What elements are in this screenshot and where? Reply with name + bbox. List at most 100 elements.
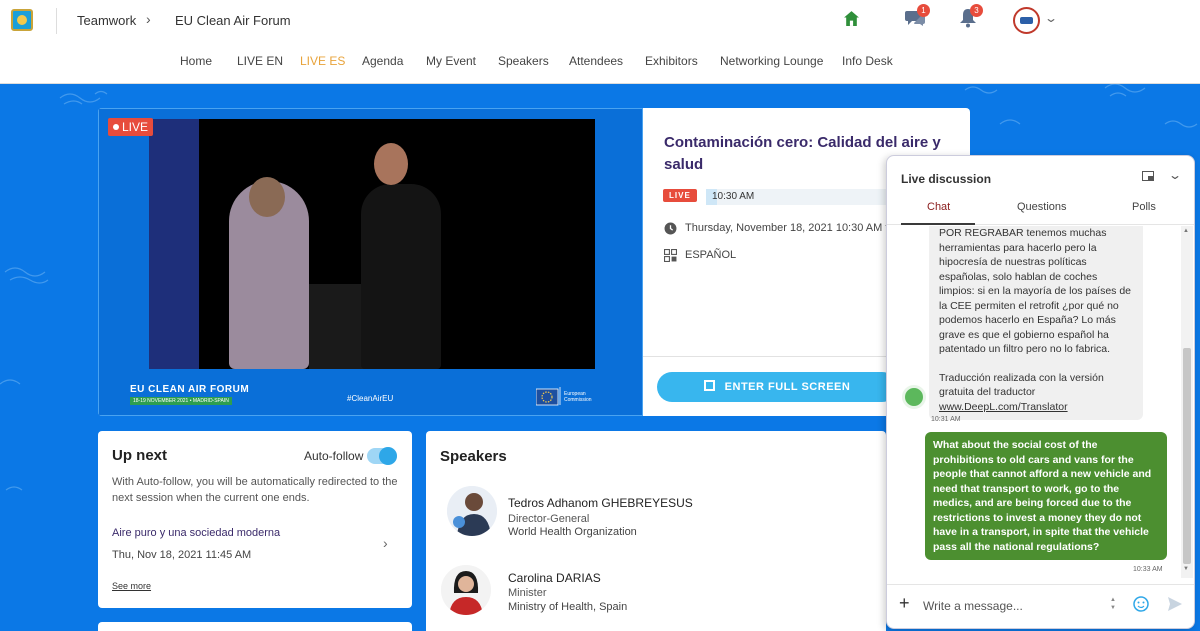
speaker-photo[interactable] — [441, 565, 491, 615]
clock-icon — [664, 222, 677, 235]
incoming-line: limpios: si en la mayoría de los países … — [939, 285, 1132, 297]
main-nav: Home LIVE EN LIVE ES Agenda My Event Spe… — [0, 54, 1200, 70]
see-more-link[interactable]: See more — [112, 581, 151, 591]
live-discussion-title: Live discussion — [901, 172, 992, 186]
emoji-icon[interactable] — [1133, 596, 1149, 612]
up-next-card: Up next Auto-follow With Auto-follow, yo… — [98, 431, 412, 608]
next-session-title[interactable]: Aire puro y una sociedad moderna — [112, 527, 280, 539]
session-progress: 10:30 AM — [706, 189, 886, 205]
session-datetime: Thursday, November 18, 2021 10:30 AM t — [685, 222, 889, 234]
breadcrumb-chevron-icon: › — [146, 11, 151, 27]
tab-questions[interactable]: Questions — [1017, 201, 1067, 213]
speaker-role: Director-General — [508, 513, 590, 525]
ec-logo-text: European Commission — [564, 391, 592, 403]
app-logo[interactable] — [11, 9, 33, 31]
discussion-tabs: Chat Questions Polls — [887, 199, 1194, 225]
podium — [309, 284, 369, 369]
collapse-chevron-icon[interactable]: ⌄ — [1168, 168, 1182, 182]
speaker-photo-who — [447, 486, 497, 536]
nav-exhibitors[interactable]: Exhibitors — [645, 54, 698, 68]
breadcrumb-current[interactable]: EU Clean Air Forum — [175, 13, 291, 28]
header-divider — [56, 8, 57, 34]
stage-backdrop — [149, 119, 199, 369]
forum-title: EU CLEAN AIR FORUM — [130, 384, 250, 395]
incoming-line: podemos hacerlo en España? Lo más — [939, 314, 1116, 326]
nav-my-event[interactable]: My Event — [426, 54, 476, 68]
fullscreen-label: ENTER FULL SCREEN — [724, 381, 851, 393]
language-icon — [664, 249, 677, 262]
scroll-thumb[interactable] — [1183, 348, 1191, 564]
incoming-message: POR REGRABAR tenemos muchas herramientas… — [929, 226, 1143, 420]
nav-info-desk[interactable]: Info Desk — [842, 54, 893, 68]
breadcrumb-root[interactable]: Teamwork — [77, 13, 136, 28]
forum-hashtag: #CleanAirEU — [347, 394, 394, 403]
nav-attendees[interactable]: Attendees — [569, 54, 623, 68]
live-session-card: EU CLEAN AIR FORUM 18-19 NOVEMBER 2021 •… — [98, 108, 970, 416]
chevron-right-icon[interactable]: › — [383, 535, 388, 551]
live-discussion-panel: Live discussion ⌄ Chat Questions Polls P… — [886, 155, 1195, 629]
speaker-photo[interactable] — [447, 486, 497, 536]
incoming-line: herramientas para hacerlo pero la — [939, 241, 1097, 254]
nav-live-en[interactable]: LIVE EN — [237, 54, 283, 68]
notification-badge: 3 — [970, 4, 983, 17]
nav-speakers[interactable]: Speakers — [498, 54, 549, 68]
toggle-knob — [379, 447, 397, 465]
nav-agenda[interactable]: Agenda — [362, 54, 403, 68]
message-input[interactable] — [923, 595, 1103, 617]
speaker-name[interactable]: Tedros Adhanom GHEBREYESUS — [508, 496, 693, 510]
incoming-footer: gratuita del traductor — [939, 386, 1036, 398]
speaker-role: Minister — [508, 587, 547, 599]
incoming-line: patentado un filtro pero no lo fabrica. — [939, 343, 1111, 355]
speaker-photo-darias — [441, 565, 491, 615]
live-pill: LIVE — [663, 189, 697, 202]
incoming-line: hipocresía de nuestras políticas — [939, 256, 1087, 268]
incoming-timestamp: 10:31 AM — [931, 416, 961, 423]
home-icon[interactable] — [843, 10, 860, 27]
incoming-line: grave es que el gobierno español ha — [939, 328, 1109, 341]
up-next-title: Up next — [112, 447, 168, 464]
nav-live-es[interactable]: LIVE ES — [300, 54, 345, 68]
forum-date: 18-19 NOVEMBER 2021 • MADRID-SPAIN — [130, 397, 232, 405]
speaker-name[interactable]: Carolina DARIAS — [508, 571, 601, 585]
user-avatar[interactable] — [1013, 7, 1040, 34]
tab-chat[interactable]: Chat — [927, 201, 950, 213]
chevron-down-icon[interactable]: ⌄ — [1044, 11, 1058, 25]
speakers-title: Speakers — [440, 448, 507, 465]
outgoing-timestamp: 10:33 AM — [1133, 566, 1163, 573]
tab-polls[interactable]: Polls — [1132, 201, 1156, 213]
incoming-line: POR REGRABAR tenemos muchas — [939, 227, 1107, 239]
scroll-down-icon[interactable]: ▼ — [1183, 566, 1189, 572]
up-next-description: With Auto-follow, you will be automatica… — [112, 476, 398, 504]
incoming-line: españolas, solo hablan de coches — [939, 270, 1098, 283]
active-tab-indicator — [901, 223, 975, 225]
chat-messages[interactable]: POR REGRABAR tenemos muchas herramientas… — [887, 226, 1181, 576]
video-frame[interactable] — [149, 119, 595, 369]
nav-home[interactable]: Home — [180, 54, 212, 68]
send-icon[interactable] — [1167, 596, 1183, 612]
message-composer: + ▲▼ — [887, 584, 1194, 628]
next-session-time: Thu, Nov 18, 2021 11:45 AM — [112, 549, 252, 561]
auto-follow-toggle[interactable] — [367, 447, 397, 465]
incoming-line: la CEE permiten el retrofit ¿por qué no — [939, 299, 1119, 312]
nav-networking-lounge[interactable]: Networking Lounge — [720, 54, 823, 68]
deepl-link[interactable]: www.DeepL.com/Translator — [939, 400, 1133, 415]
sender-avatar[interactable] — [902, 385, 926, 409]
session-language: ESPAÑOL — [685, 249, 737, 261]
popout-icon[interactable] — [1142, 171, 1154, 181]
ec-line2: Commission — [564, 397, 592, 403]
speaker-head-right — [374, 143, 408, 185]
auto-follow-label: Auto-follow — [304, 449, 364, 463]
video-player[interactable]: EU CLEAN AIR FORUM 18-19 NOVEMBER 2021 •… — [98, 108, 643, 416]
enter-full-screen-button[interactable]: ENTER FULL SCREEN — [657, 372, 897, 402]
outgoing-message: What about the social cost of the prohib… — [925, 432, 1167, 560]
speaker-figure-right — [361, 184, 441, 369]
chat-badge: 1 — [917, 4, 930, 17]
speaker-org: World Health Organization — [508, 526, 637, 538]
input-stepper[interactable]: ▲ ▼ — [1110, 596, 1120, 614]
chat-scrollbar[interactable]: ▲ ▼ — [1181, 226, 1193, 578]
attach-plus-icon[interactable]: + — [899, 593, 910, 614]
scroll-up-icon[interactable]: ▲ — [1183, 228, 1189, 234]
incoming-footer: Traducción realizada con la versión — [939, 371, 1104, 384]
speakers-card: Speakers Tedros Adhanom GHEBREYESUS Dire… — [426, 431, 886, 631]
